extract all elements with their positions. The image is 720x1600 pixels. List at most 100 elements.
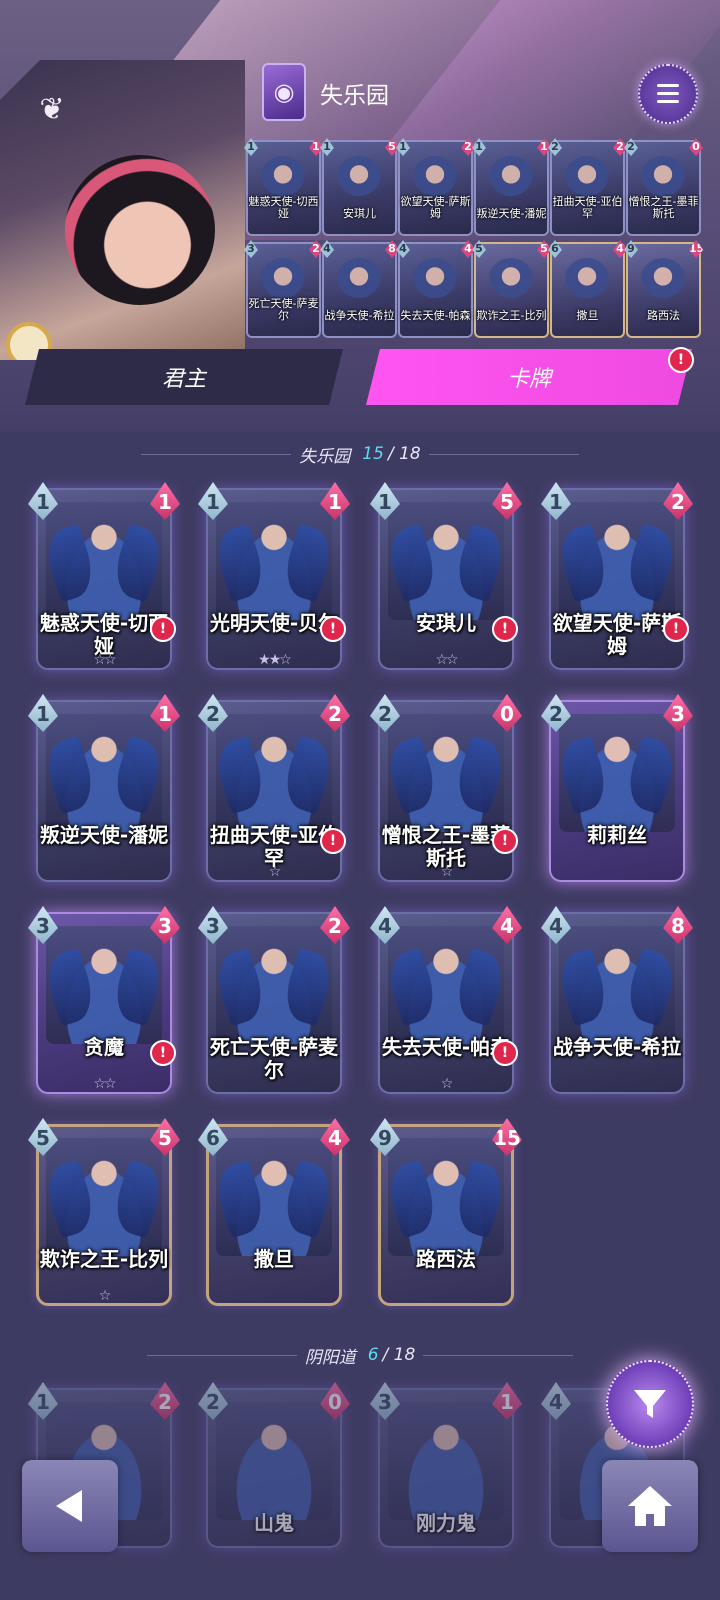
collection-card[interactable]: 1 5 安琪儿 ☆☆! [370,482,522,670]
card-stars: ★★☆ [258,652,292,668]
card-art [216,1402,332,1520]
collection-card[interactable]: 1 1 光明天使-贝尔 ★★☆! [198,482,350,670]
menu-button[interactable] [638,64,698,124]
mini-card-art [564,258,610,304]
mini-card-cost: 1 [320,138,334,156]
card-name: 莉莉丝 [587,823,647,847]
section-total-count: / 18 [382,1345,416,1365]
deck-mini-card[interactable]: 2 2 扭曲天使-亚伯罕 [548,138,627,236]
card-stars: ☆ [268,864,282,880]
mini-card-art [488,258,534,304]
back-arrow-icon [56,1490,82,1522]
card-alert-badge: ! [492,828,518,854]
collection-card[interactable]: 4 4 失去天使-帕森 ☆! [370,906,522,1094]
home-button[interactable] [602,1460,698,1552]
mini-card-power: 15 [689,240,703,258]
deck-mini-card[interactable]: 4 8 战争天使-希拉 [320,240,399,338]
collection-card[interactable]: 4 8 战争天使-希拉 [541,906,693,1094]
tab-cards-label: 卡牌 [506,367,551,392]
mini-card-cost: 4 [396,240,410,258]
section-name: 失乐园 [299,446,351,467]
menu-icon [657,100,679,103]
card-stars: ☆☆ [93,1076,116,1092]
deck-mini-card[interactable]: 2 0 憎恨之王-墨菲斯托 [624,138,703,236]
tab-lord-label: 君主 [161,367,206,392]
filter-button[interactable] [606,1360,694,1448]
collection-card[interactable]: 9 15 路西法 [370,1118,522,1306]
card-name: 死亡天使-萨麦尔 [209,1035,339,1082]
mini-card-name: 欺诈之王-比列 [476,309,547,322]
collection-card[interactable]: 3 2 死亡天使-萨麦尔 [198,906,350,1094]
mini-card-name: 叛逆天使-潘妮 [476,207,547,220]
card-name: 刚力鬼 [416,1511,476,1535]
collection-card[interactable]: 5 5 欺诈之王-比列 ☆ [28,1118,180,1306]
collection-card[interactable]: 1 2 欲望天使-萨斯姆! [541,482,693,670]
collection-card[interactable]: 2 0 山鬼 [198,1382,350,1548]
collection-card[interactable]: 2 0 憎恨之王-墨菲斯托 ☆! [370,694,522,882]
mini-card-name: 战争天使-希拉 [324,309,395,322]
card-alert-badge: ! [492,616,518,642]
mini-card-name: 撒旦 [576,309,599,322]
card-alert-badge: ! [663,616,689,642]
tab-cards-alert-badge: ! [668,347,694,373]
deck-title: 失乐园 [320,83,389,109]
card-stars: ☆ [440,864,454,880]
collection-card[interactable]: 3 3 贪魔 ☆☆! [28,906,180,1094]
mini-card-cost: 9 [624,240,638,258]
card-name: 撒旦 [254,1247,294,1271]
card-name: 战争天使-希拉 [552,1035,682,1059]
card-name: 叛逆天使-潘妮 [39,823,169,847]
mini-card-name: 路西法 [647,309,680,322]
collection-card[interactable]: 3 1 刚力鬼 [370,1382,522,1548]
mini-card-cost: 2 [548,138,562,156]
mini-card-art [412,258,458,304]
mini-card-art [640,258,686,304]
section-header-yinyang: 阴阳道 6/ 18 [0,1343,720,1368]
section-header-paradise: 失乐园 15/ 18 [0,442,720,467]
mini-card-art [336,258,382,304]
lord-face [65,155,215,305]
collection-card[interactable]: 2 3 莉莉丝 [541,694,693,882]
deck-mini-card[interactable]: 9 15 路西法 [624,240,703,338]
collection-card[interactable]: 6 4 撒旦 [198,1118,350,1306]
mini-card-name: 憎恨之王-墨菲斯托 [628,195,699,220]
card-stars: ☆ [98,1288,112,1304]
card-alert-badge: ! [150,616,176,642]
collection-card[interactable]: 2 2 扭曲天使-亚伯罕 ☆! [198,694,350,882]
card-art [388,1402,504,1520]
back-button[interactable] [22,1460,118,1552]
divider [141,453,292,455]
deck-mini-card[interactable]: 1 5 安琪儿 [320,138,399,236]
deck-mini-card[interactable]: 1 2 欲望天使-萨斯姆 [396,138,475,236]
deck-mini-card[interactable]: 6 4 撒旦 [548,240,627,338]
deck-mini-card[interactable]: 1 1 魅惑天使-切西娅 [244,138,323,236]
deck-mini-card[interactable]: 1 1 叛逆天使-潘妮 [472,138,551,236]
mini-card-cost: 1 [244,138,258,156]
mini-card-name: 扭曲天使-亚伯罕 [552,195,623,220]
divider [146,1354,297,1356]
dragon-emblem-icon: ❦ [39,92,65,127]
mini-card-cost: 5 [472,240,486,258]
card-name: 山鬼 [254,1511,294,1535]
mini-card-cost: 2 [624,138,638,156]
section-name: 阴阳道 [304,1347,356,1368]
deck-mini-card[interactable]: 3 2 死亡天使-萨麦尔 [244,240,323,338]
card-stars: ☆ [440,1076,454,1092]
card-stars: ☆☆ [93,652,116,668]
tab-cards[interactable]: 卡牌 [366,349,692,405]
deck-mini-card[interactable]: 5 5 欺诈之王-比列 [472,240,551,338]
card-alert-badge: ! [150,1040,176,1066]
deck-icon: ◉ [262,63,306,121]
collection-card[interactable]: 1 1 叛逆天使-潘妮 [28,694,180,882]
card-alert-badge: ! [320,828,346,854]
mini-card-power: 0 [689,138,703,156]
mini-card-name: 魅惑天使-切西娅 [248,195,319,220]
mini-card-name: 欲望天使-萨斯姆 [400,195,471,220]
collection-card[interactable]: 1 1 魅惑天使-切西娅 ☆☆! [28,482,180,670]
card-name: 欲望天使-萨斯姆 [552,611,682,658]
deck-mini-card[interactable]: 4 4 失去天使-帕森 [396,240,475,338]
mini-card-art [488,156,534,202]
menu-icon [657,84,679,87]
tab-lord[interactable]: 君主 [25,349,343,405]
mini-card-cost: 1 [472,138,486,156]
